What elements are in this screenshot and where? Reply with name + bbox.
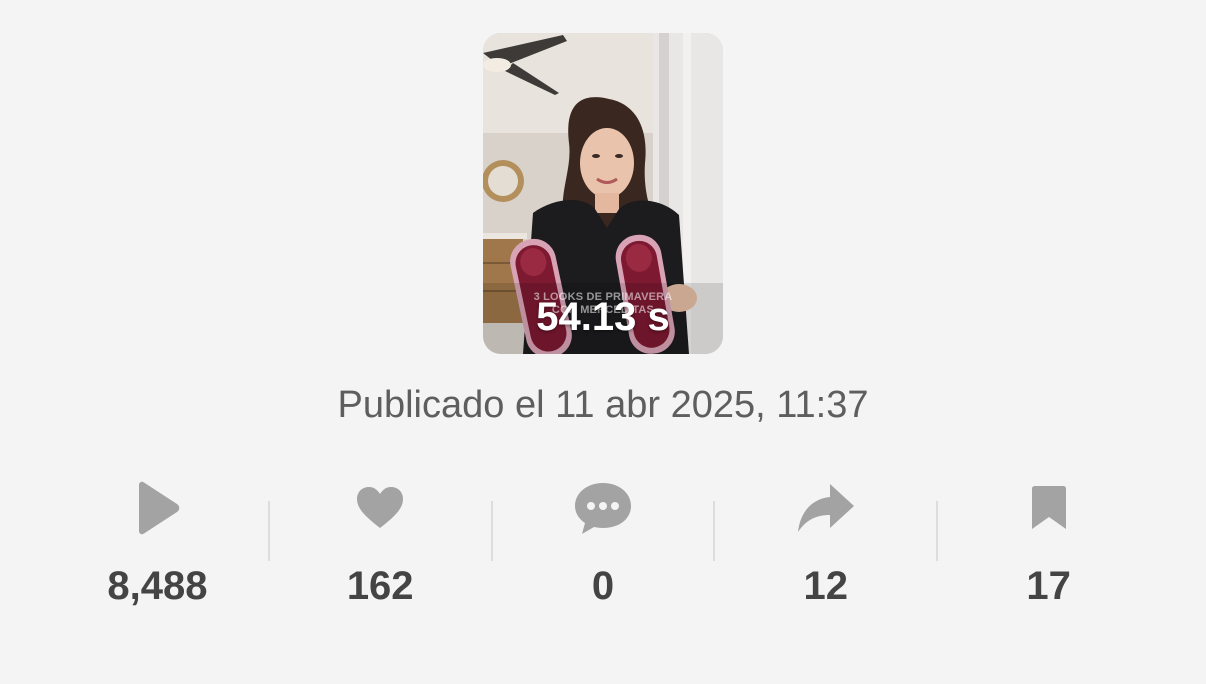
stat-likes[interactable]: 162: [270, 470, 491, 620]
bookmark-icon: [1017, 470, 1081, 546]
video-duration: 54.13 s: [536, 295, 670, 339]
stats-row: 8,488 162 0 12 17: [47, 470, 1159, 620]
stat-comments[interactable]: 0: [493, 470, 714, 620]
video-thumbnail[interactable]: 3 LOOKS DE PRIMAVERA CON MERCEDITAS 54.1…: [483, 33, 723, 354]
likes-count: 162: [346, 564, 414, 608]
published-date: Publicado el 11 abr 2025, 11:37: [337, 384, 869, 426]
play-icon: [125, 470, 189, 546]
views-count: 8,488: [107, 564, 208, 608]
share-icon: [794, 470, 858, 546]
shares-count: 12: [803, 564, 849, 608]
heart-icon: [348, 470, 412, 546]
video-detail-page: 3 LOOKS DE PRIMAVERA CON MERCEDITAS 54.1…: [0, 0, 1206, 684]
comment-icon: [571, 470, 635, 546]
stat-shares[interactable]: 12: [715, 470, 936, 620]
stat-saves[interactable]: 17: [938, 470, 1159, 620]
saves-count: 17: [1026, 564, 1071, 608]
stat-views[interactable]: 8,488: [47, 470, 268, 620]
comments-count: 0: [591, 564, 615, 608]
